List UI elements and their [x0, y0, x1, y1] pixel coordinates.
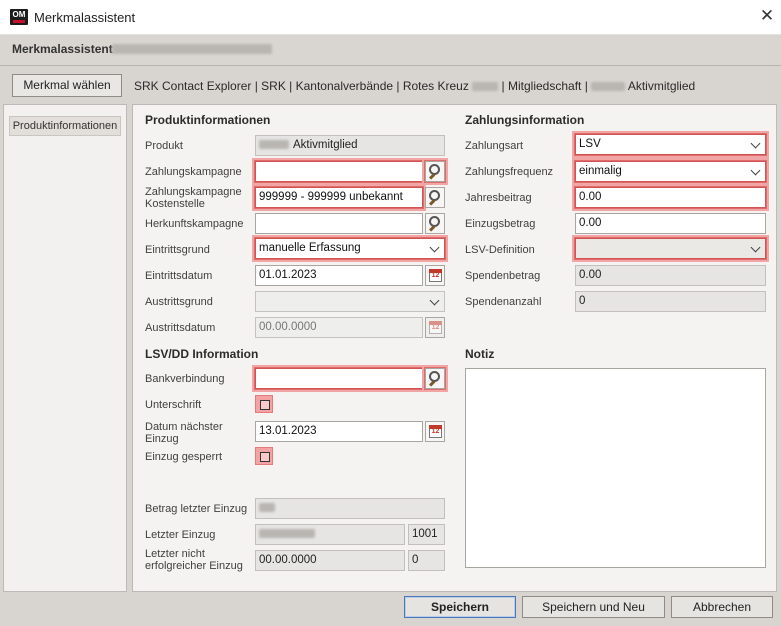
window-title: Merkmalassistent	[34, 10, 136, 25]
datum-naechster-einzug-input[interactable]: 13.01.2023	[255, 421, 423, 442]
redacted-text	[591, 82, 626, 92]
redacted-text	[259, 140, 289, 150]
kostenstelle-label: Zahlungskampagne Kostenstelle	[145, 186, 242, 210]
search-icon	[429, 216, 440, 227]
chevron-down-icon	[751, 139, 761, 149]
save-button[interactable]: Speichern	[404, 596, 516, 618]
search-icon	[429, 371, 440, 382]
zahlungsfrequenz-select[interactable]: einmalig	[575, 161, 766, 182]
letzter-nicht-erfolgreicher-label: Letzter nicht erfolgreicher Einzug	[145, 548, 243, 572]
bankverbindung-input[interactable]	[255, 368, 423, 389]
bankverbindung-label: Bankverbindung	[145, 373, 225, 385]
datum-calendar-button[interactable]: 12	[425, 421, 445, 442]
section-title-zahlung: Zahlungsinformation	[465, 113, 585, 127]
unterschrift-label: Unterschrift	[145, 399, 202, 411]
chevron-down-icon	[751, 243, 761, 253]
spendenbetrag-field: 0.00	[575, 265, 766, 286]
zahlungsart-label: Zahlungsart	[465, 140, 524, 152]
kostenstelle-search-button[interactable]	[425, 187, 445, 208]
letzter-einzug-field	[255, 524, 405, 545]
nav-item-produktinformationen[interactable]: Produktinformationen	[9, 116, 121, 136]
eintrittsdatum-calendar-button[interactable]: 12	[425, 265, 445, 286]
zahlungsfrequenz-value: einmalig	[579, 165, 622, 177]
einzug-gesperrt-label: Einzug gesperrt	[145, 451, 223, 463]
eintrittsgrund-select[interactable]: manuelle Erfassung	[255, 238, 445, 259]
zahlungskampagne-search-button[interactable]	[425, 161, 445, 182]
datum-naechster-einzug-label: Datum nächster Einzug	[145, 421, 223, 445]
chevron-down-icon	[751, 166, 761, 176]
redacted-text	[259, 503, 275, 513]
herkunft-input[interactable]	[255, 213, 423, 234]
calendar-icon: 12	[429, 321, 442, 334]
letzter-einzug-count: 1001	[408, 524, 445, 545]
jahresbeitrag-label: Jahresbeitrag	[465, 192, 532, 204]
jahresbeitrag-input[interactable]: 0.00	[575, 187, 766, 208]
einzugsbetrag-input[interactable]: 0.00	[575, 213, 766, 234]
spendenanzahl-field: 0	[575, 291, 766, 312]
letzter-einzug-label: Letzter Einzug	[145, 529, 216, 541]
merkmal-waehlen-button[interactable]: Merkmal wählen	[12, 74, 122, 97]
notiz-textarea[interactable]	[465, 368, 766, 568]
header-title: Merkmalassistent	[12, 42, 113, 56]
eintrittsgrund-value: manuelle Erfassung	[259, 242, 361, 254]
austrittsdatum-calendar-button[interactable]: 12	[425, 317, 445, 338]
spendenanzahl-label: Spendenanzahl	[465, 296, 542, 308]
herkunft-label: Herkunftskampagne	[145, 218, 244, 230]
unterschrift-checkbox[interactable]	[255, 395, 273, 413]
breadcrumb-path: SRK Contact Explorer | SRK | Kantonalver…	[134, 79, 469, 93]
eintrittsdatum-input[interactable]: 01.01.2023	[255, 265, 423, 286]
zahlungskampagne-label: Zahlungskampagne	[145, 166, 242, 178]
herkunft-search-button[interactable]	[425, 213, 445, 234]
search-icon	[429, 164, 440, 175]
austrittsgrund-label: Austrittsgrund	[145, 296, 213, 308]
chevron-down-icon	[430, 243, 440, 253]
austrittsgrund-select[interactable]	[255, 291, 445, 312]
zahlungsart-select[interactable]: LSV	[575, 134, 766, 155]
produkt-value: Aktivmitglied	[293, 139, 358, 151]
section-title-lsv: LSV/DD Information	[145, 347, 259, 361]
bankverbindung-search-button[interactable]	[425, 368, 445, 389]
spendenbetrag-label: Spendenbetrag	[465, 270, 541, 282]
save-and-new-button[interactable]: Speichern und Neu	[522, 596, 665, 618]
letzter-nicht-erfolgreicher-count: 0	[408, 550, 445, 571]
redacted-name	[112, 44, 272, 54]
redacted-text	[472, 82, 499, 92]
left-nav-panel	[3, 104, 127, 592]
eintrittsdatum-label: Eintrittsdatum	[145, 270, 213, 282]
lsv-definition-select[interactable]	[575, 238, 766, 259]
breadcrumb: SRK Contact Explorer | SRK | Kantonalver…	[134, 79, 695, 93]
produkt-field: Aktivmitglied	[255, 135, 445, 156]
divider	[0, 65, 781, 66]
zahlungsart-value: LSV	[579, 138, 601, 150]
app-logo: OM	[10, 9, 28, 25]
einzug-gesperrt-checkbox[interactable]	[255, 447, 273, 465]
einzugsbetrag-label: Einzugsbetrag	[465, 218, 536, 230]
cancel-button[interactable]: Abbrechen	[671, 596, 773, 618]
zahlungskampagne-input[interactable]	[255, 161, 423, 182]
close-icon[interactable]: ✕	[758, 6, 776, 26]
kostenstelle-input[interactable]: 999999 - 999999 unbekannt	[255, 187, 423, 208]
section-title-notiz: Notiz	[465, 347, 495, 361]
breadcrumb-membership: | Mitgliedschaft |	[501, 79, 588, 93]
austrittsdatum-input[interactable]: 00.00.0000	[255, 317, 423, 338]
calendar-icon: 12	[429, 269, 442, 282]
breadcrumb-leaf: Aktivmitglied	[627, 79, 696, 93]
chevron-down-icon	[430, 296, 440, 306]
zahlungsfrequenz-label: Zahlungsfrequenz	[465, 166, 554, 178]
betrag-letzter-einzug-label: Betrag letzter Einzug	[145, 503, 248, 515]
section-title-produkt: Produktinformationen	[145, 113, 271, 127]
betrag-letzter-einzug-field	[255, 498, 445, 519]
redacted-text	[259, 529, 315, 539]
austrittsdatum-label: Austrittsdatum	[145, 322, 216, 334]
lsv-definition-label: LSV-Definition	[465, 244, 535, 256]
eintrittsgrund-label: Eintrittsgrund	[145, 244, 210, 256]
letzter-nicht-erfolgreicher-field: 00.00.0000	[255, 550, 405, 571]
produkt-label: Produkt	[145, 140, 183, 152]
calendar-icon: 12	[429, 425, 442, 438]
search-icon	[429, 190, 440, 201]
